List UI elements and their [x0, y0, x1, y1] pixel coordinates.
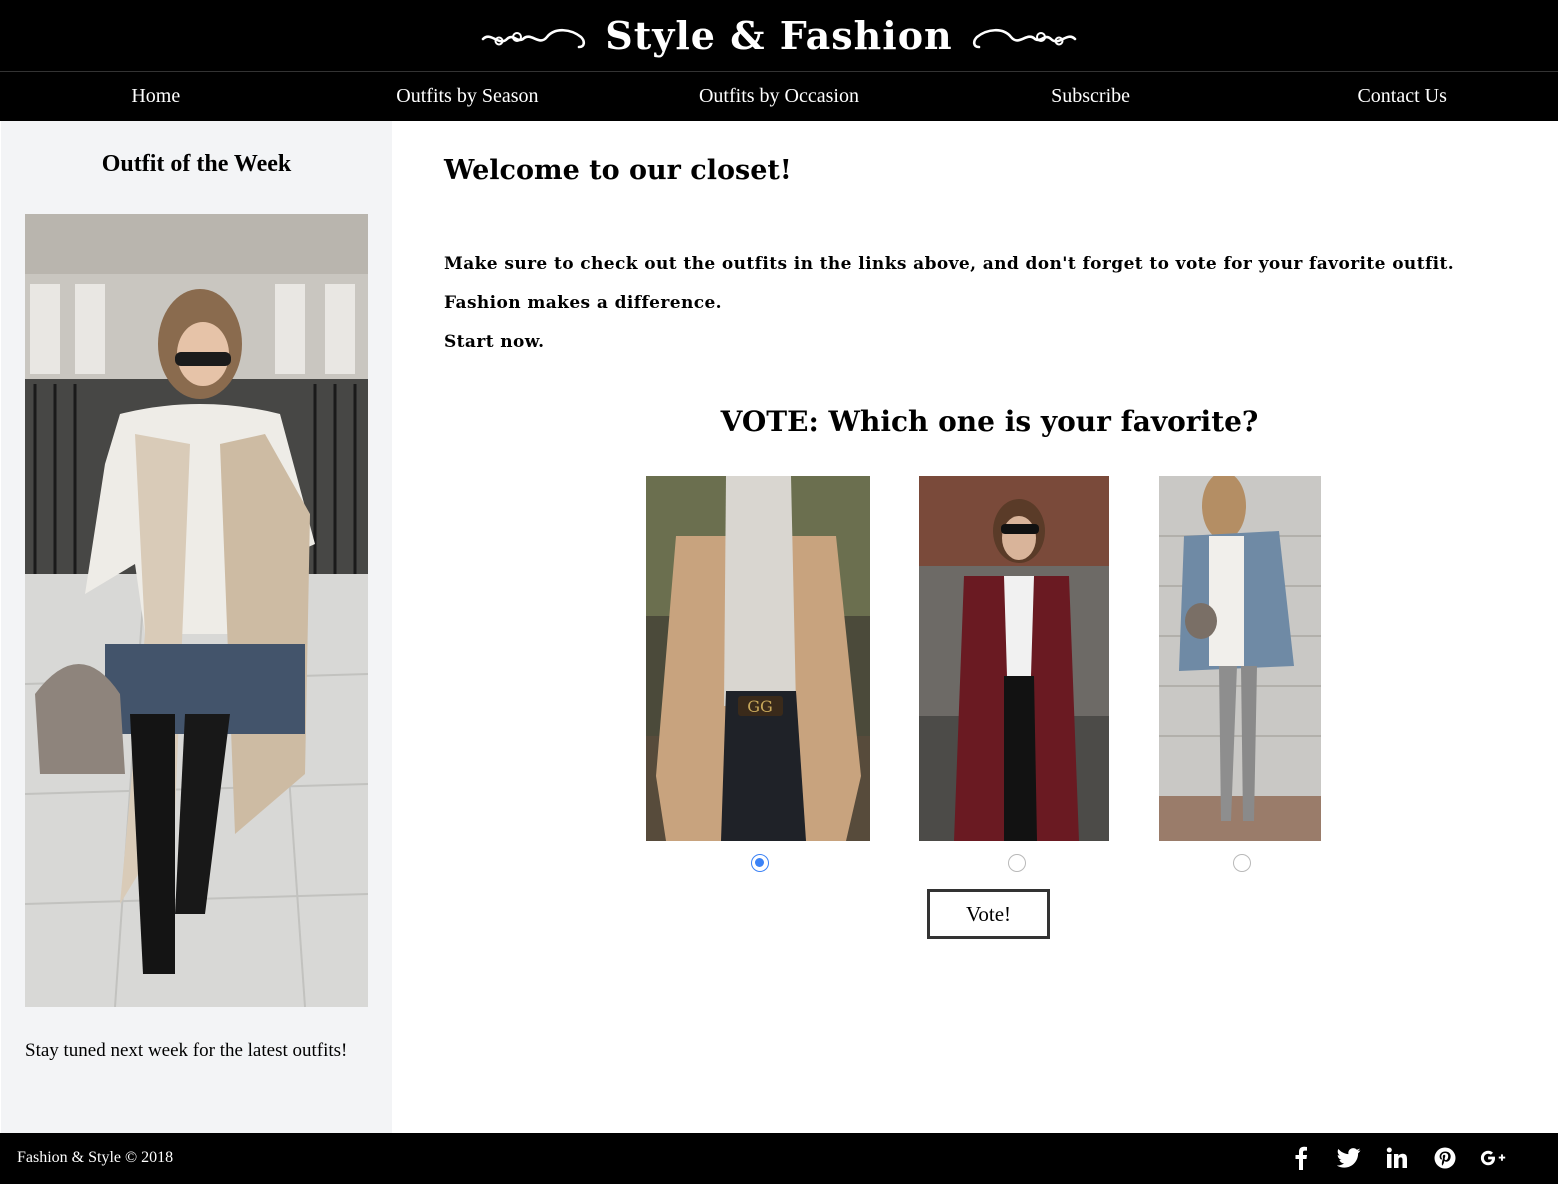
pinterest-icon[interactable] — [1432, 1145, 1458, 1171]
sidebar: Outfit of the Week Stay tuned next week … — [1, 121, 392, 1133]
site-title: Style & Fashion — [605, 13, 953, 58]
nav-item-outfits-by-season[interactable]: Outfits by Season — [312, 72, 624, 121]
outfit-of-week-heading: Outfit of the Week — [101, 151, 292, 177]
vote-option-2-photo[interactable] — [919, 476, 1109, 841]
site-header: Style & Fashion — [0, 0, 1558, 72]
intro-line: Fashion makes a difference. — [444, 293, 722, 313]
copyright-text: Fashion & Style © 2018 — [17, 1149, 174, 1166]
intro-text: Make sure to check out the outfits in th… — [444, 245, 1454, 362]
vote-option-3-photo[interactable] — [1159, 476, 1321, 841]
right-flourish-icon — [972, 28, 1077, 48]
vote-button[interactable]: Vote! — [927, 889, 1050, 939]
brand[interactable]: Style & Fashion — [481, 13, 1077, 58]
vote-option-3-radio[interactable] — [1233, 854, 1251, 872]
facebook-icon[interactable] — [1288, 1145, 1314, 1171]
intro-line: Make sure to check out the outfits in th… — [444, 254, 1455, 274]
left-flourish-icon — [481, 28, 586, 48]
vote-option-1-radio[interactable] — [751, 854, 769, 872]
vote-heading: VOTE: Which one is your favorite? — [720, 405, 1259, 438]
nav-item-contact-us[interactable]: Contact Us — [1246, 72, 1558, 121]
vote-option-2-radio[interactable] — [1008, 854, 1026, 872]
intro-line: Start now. — [444, 332, 545, 352]
outfit-of-week-photo — [25, 214, 368, 1007]
nav-item-home[interactable]: Home — [0, 72, 312, 121]
svg-text:GG: GG — [747, 697, 773, 716]
sidebar-note: Stay tuned next week for the latest outf… — [25, 1040, 348, 1061]
google-plus-icon[interactable] — [1480, 1145, 1506, 1171]
twitter-icon[interactable] — [1336, 1145, 1362, 1171]
main-content: Welcome to our closet! Make sure to chec… — [392, 121, 1558, 1133]
linkedin-icon[interactable] — [1384, 1145, 1410, 1171]
social-links — [1288, 1145, 1506, 1171]
nav-item-subscribe[interactable]: Subscribe — [935, 72, 1247, 121]
welcome-heading: Welcome to our closet! — [444, 155, 792, 186]
site-footer: Fashion & Style © 2018 — [0, 1133, 1558, 1184]
main-nav: Home Outfits by Season Outfits by Occasi… — [0, 72, 1558, 121]
vote-option-1-photo[interactable]: GG — [646, 476, 870, 841]
nav-item-outfits-by-occasion[interactable]: Outfits by Occasion — [623, 72, 935, 121]
